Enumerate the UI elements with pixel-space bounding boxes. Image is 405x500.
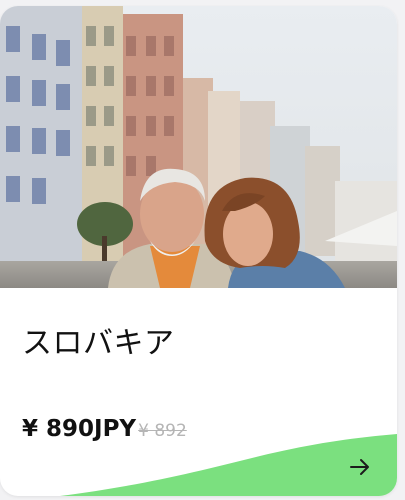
accent-wave	[60, 434, 397, 496]
arrow-right-icon	[350, 459, 369, 475]
open-destination-button[interactable]	[345, 452, 375, 482]
travel-photo-image	[0, 6, 397, 288]
destination-photo	[0, 6, 397, 288]
destination-card[interactable]: スロバキア ¥ 890JPY ¥ 892	[0, 6, 397, 496]
destination-title: スロバキア	[22, 326, 175, 361]
